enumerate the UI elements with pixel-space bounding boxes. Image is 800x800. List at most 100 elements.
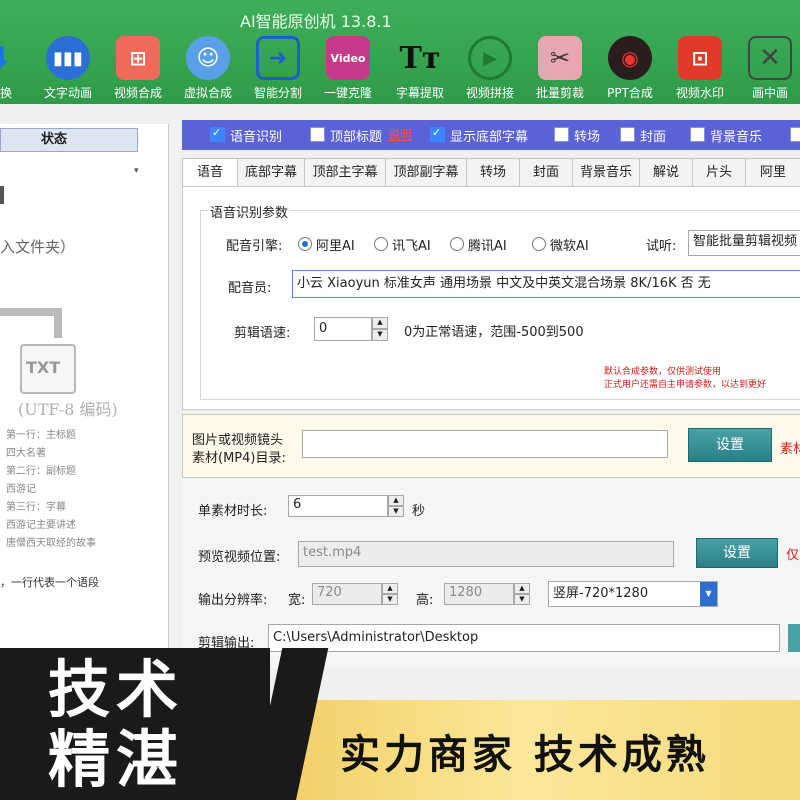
apply-params-note: 正式用户还需自主申请参数，以达到更好: [604, 380, 767, 390]
height-up-arrow-icon[interactable]: ▲: [514, 583, 530, 594]
output-path-input[interactable]: C:\Users\Administrator\Desktop: [268, 624, 780, 652]
voice-actor-select[interactable]: 小云 Xiaoyun 标准女声 通用场景 中文及中英文混合场景 8K/16K 否…: [292, 270, 800, 298]
option-checkbox-bar: 语音识别 顶部标题 说明 显示底部字幕 转场 封面 背景音乐: [182, 120, 800, 150]
voice-actor-label: 配音员:: [228, 281, 272, 296]
status-column-header[interactable]: 状态: [0, 128, 138, 152]
toolbar-item-subtitle-extract[interactable]: Tт 字幕提取: [384, 32, 456, 102]
height-input[interactable]: 1280: [444, 583, 514, 605]
encoding-label: (UTF-8 编码): [18, 400, 118, 419]
example-line: 第一行：主标题: [6, 430, 76, 441]
radio-xunfei-ai[interactable]: [374, 237, 388, 251]
toolbar-item-text-animation[interactable]: ▮▮▮ 文字动画: [32, 32, 104, 102]
video-clone-icon: Video: [326, 36, 370, 80]
speed-input[interactable]: 0: [314, 317, 372, 341]
tab-top-main-subtitle[interactable]: 顶部主字幕: [304, 158, 386, 186]
speed-up-arrow-icon[interactable]: ▲: [372, 317, 388, 329]
resolution-label: 输出分辨率:: [198, 593, 268, 608]
toolbar-item-pip[interactable]: ✕ 画中画: [734, 32, 800, 102]
toolbar-label: 字幕提取: [395, 86, 444, 100]
material-label-line1: 图片或视频镜头: [192, 433, 284, 448]
banner-headline-line2: 精湛: [48, 723, 185, 796]
toolbar-item-batch-crop[interactable]: ✂ 批量剪裁: [524, 32, 596, 102]
duration-up-arrow-icon[interactable]: ▲: [388, 495, 404, 506]
toolbar-label: 视频合成: [113, 86, 162, 100]
preview-text-input[interactable]: 智能批量剪辑视频: [688, 230, 800, 256]
radio-label: 微软AI: [550, 239, 589, 254]
cursor-marker: [0, 186, 4, 204]
banner-slogan: 实力商家 技术成熟: [340, 732, 710, 778]
width-down-arrow-icon[interactable]: ▼: [382, 594, 398, 605]
duration-label: 单素材时长:: [198, 504, 268, 519]
radio-tencent-ai[interactable]: [450, 237, 464, 251]
app-title: AI智能原创机 13.8.1: [240, 12, 392, 31]
radio-ali-ai[interactable]: [298, 237, 312, 251]
toolbar-label: 视频拼接: [465, 86, 514, 100]
dropdown-arrow-icon[interactable]: ▾: [134, 166, 139, 176]
checkbox-show-bottom-subtitle[interactable]: [430, 126, 445, 142]
toolbar-item-video-compose[interactable]: ⊞ 视频合成: [102, 32, 174, 102]
toolbar-item-smart-split[interactable]: ➜ 智能分割: [242, 32, 314, 102]
preview-position-input[interactable]: test.mp4: [298, 541, 674, 567]
speech-params-title: 语音识别参数: [208, 202, 291, 221]
material-path-input[interactable]: [302, 430, 668, 458]
tab-background-music[interactable]: 背景音乐: [572, 158, 640, 186]
status-header-label: 状态: [41, 132, 68, 147]
engine-label: 配音引擎:: [226, 239, 283, 254]
avatar-icon: ☺: [186, 36, 230, 80]
toolbar-item-convert[interactable]: ⬇ 转换: [0, 32, 36, 102]
arrow-down-icon: ⬇: [0, 36, 22, 80]
grid-icon: ⊞: [116, 36, 160, 80]
toolbar-item-ppt-compose[interactable]: ◉ PPT合成: [594, 32, 666, 102]
tab-cover[interactable]: 封面: [519, 158, 573, 186]
speed-label: 剪辑语速:: [234, 326, 291, 341]
checkbox-background-music[interactable]: [690, 127, 705, 142]
checkbox-overflow[interactable]: [790, 127, 800, 142]
checkbox-cover[interactable]: [620, 127, 635, 142]
height-down-arrow-icon[interactable]: ▼: [514, 594, 530, 605]
example-line: 第三行：字幕: [6, 502, 66, 513]
checkbox-label: 背景音乐: [710, 130, 763, 145]
duration-input[interactable]: 6: [288, 495, 388, 517]
banner-headline-line1: 技术: [48, 653, 185, 726]
checkbox-label: 显示底部字幕: [450, 130, 529, 145]
speed-down-arrow-icon[interactable]: ▼: [372, 329, 388, 341]
tab-voice[interactable]: 语音: [182, 158, 238, 187]
radio-label: 讯飞AI: [392, 239, 431, 254]
width-up-arrow-icon[interactable]: ▲: [382, 583, 398, 594]
tab-ali[interactable]: 阿里: [745, 158, 800, 186]
folder-bracket-icon: [0, 308, 62, 338]
tab-top-sub-subtitle[interactable]: 顶部副字幕: [385, 158, 467, 186]
toolbar-item-video-join[interactable]: ▶ 视频拼接: [454, 32, 526, 102]
duration-down-arrow-icon[interactable]: ▼: [388, 506, 404, 517]
width-label: 宽:: [288, 593, 306, 608]
toolbar-item-virtual-compose[interactable]: ☺ 虚拟合成: [172, 32, 244, 102]
tab-narration[interactable]: 解说: [639, 158, 693, 186]
export-icon: ➜: [256, 36, 300, 80]
checkbox-speech-recognition[interactable]: [210, 126, 225, 142]
example-line: 西游记: [6, 484, 36, 495]
toolbar-label: 文字动画: [43, 86, 92, 100]
width-input[interactable]: 720: [312, 583, 382, 605]
material-side-note: 素材: [780, 442, 800, 457]
tab-bottom-subtitle[interactable]: 底部字幕: [237, 158, 305, 186]
preview-set-button[interactable]: 设置: [696, 538, 778, 568]
speed-range-note: 0为正常语速，范围-500到500: [404, 325, 584, 340]
tab-transition[interactable]: 转场: [466, 158, 520, 186]
preview-label: 试听:: [646, 239, 677, 254]
settings-tabs: 语音 底部字幕 顶部主字幕 顶部副字幕 转场 封面 背景音乐 解说 片头 阿里: [182, 158, 800, 187]
audio-disc-icon: ◉: [608, 36, 652, 80]
chevron-down-icon[interactable]: ▼: [700, 582, 717, 606]
help-link[interactable]: 说明: [388, 126, 412, 143]
tab-intro[interactable]: 片头: [692, 158, 746, 186]
toolbar-item-one-click-clone[interactable]: Video 一键克隆: [312, 32, 384, 102]
toolbar-item-video-watermark[interactable]: ⊡ 视频水印: [664, 32, 736, 102]
toolbar-label: 虚拟合成: [183, 86, 232, 100]
radio-label: 阿里AI: [316, 239, 355, 254]
material-set-button[interactable]: 设置: [688, 428, 772, 462]
scissors-icon: ✂: [538, 36, 582, 80]
checkbox-transition[interactable]: [554, 127, 569, 142]
radio-microsoft-ai[interactable]: [532, 237, 546, 251]
checkbox-top-title[interactable]: [310, 127, 325, 142]
orientation-select[interactable]: 竖屏-720*1280: [548, 581, 718, 607]
output-browse-button[interactable]: [788, 624, 800, 652]
